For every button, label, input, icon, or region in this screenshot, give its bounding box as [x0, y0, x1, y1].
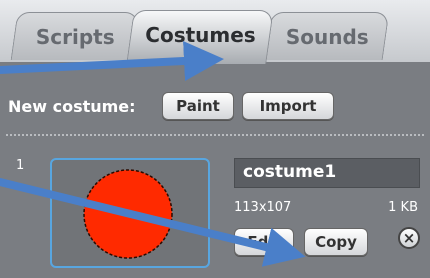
tab-scripts[interactable]: Scripts — [10, 12, 140, 60]
close-icon[interactable]: × — [398, 227, 420, 249]
paint-button[interactable]: Paint — [162, 92, 234, 120]
costume-name-field[interactable]: costume1 — [234, 158, 420, 188]
new-costume-label: New costume: — [8, 97, 136, 116]
costume-size: 1 KB — [388, 200, 418, 215]
edit-button[interactable]: Edit — [234, 228, 294, 256]
tab-costumes[interactable]: Costumes — [126, 10, 274, 64]
import-button[interactable]: Import — [242, 92, 334, 120]
tab-costumes-label: Costumes — [145, 23, 256, 47]
costume-thumbnail[interactable] — [50, 158, 210, 268]
costume-number: 1 — [16, 158, 25, 173]
tab-scripts-label: Scripts — [35, 25, 115, 49]
tab-bar: Scripts Sounds Costumes — [0, 0, 430, 64]
tab-sounds-label: Sounds — [285, 25, 369, 49]
costume-image — [83, 169, 173, 259]
copy-button[interactable]: Copy — [304, 228, 368, 256]
costume-dimensions: 113x107 — [234, 200, 292, 215]
divider — [6, 134, 424, 136]
costumes-panel: New costume: Paint Import 1 costume1 113… — [0, 62, 430, 278]
tab-sounds[interactable]: Sounds — [264, 12, 390, 60]
